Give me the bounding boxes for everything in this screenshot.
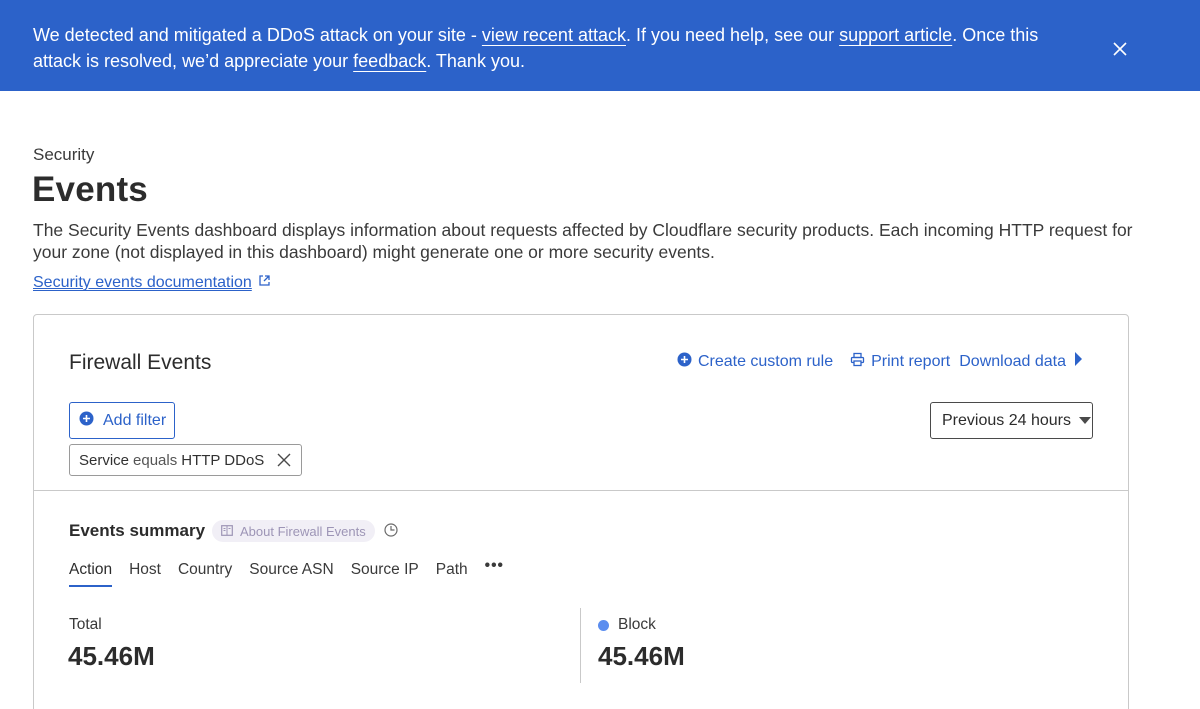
banner-text-2: . If you need help, see our <box>625 25 840 45</box>
banner-text-4: . Thank you. <box>426 51 525 71</box>
block-value: 45.46M <box>598 641 685 671</box>
about-firewall-events-link[interactable]: About Firewall Events <box>212 520 375 542</box>
create-custom-rule-button[interactable]: Create custom rule <box>677 352 833 372</box>
card-actions: Create custom rule Print report Download… <box>677 351 1084 372</box>
view-recent-attack-link[interactable]: view recent attack <box>482 25 626 45</box>
filter-operator: equals <box>133 451 178 469</box>
tab-host[interactable]: Host <box>129 561 161 587</box>
print-report-button[interactable]: Print report <box>850 352 950 372</box>
total-value: 45.46M <box>68 641 155 671</box>
block-label: Block <box>598 616 656 634</box>
add-filter-button[interactable]: Add filter <box>69 402 175 439</box>
caret-down-icon <box>1078 412 1091 430</box>
external-link-icon <box>258 274 271 292</box>
feedback-link[interactable]: feedback <box>353 51 426 71</box>
book-icon <box>221 524 233 539</box>
create-custom-rule-label: Create custom rule <box>697 352 834 370</box>
time-range-value: Previous 24 hours <box>942 411 1071 429</box>
tab-country[interactable]: Country <box>178 561 232 587</box>
section-eyebrow: Security <box>33 145 95 164</box>
tab-source-asn[interactable]: Source ASN <box>249 561 333 587</box>
security-events-docs-link[interactable]: Security events documentation <box>33 274 271 292</box>
history-icon[interactable] <box>384 523 398 542</box>
about-badge-label: About Firewall Events <box>240 523 366 539</box>
tab-source-ip[interactable]: Source IP <box>351 561 419 587</box>
support-article-link[interactable]: support article <box>839 25 952 45</box>
total-label: Total <box>69 616 102 633</box>
download-data-button[interactable]: Download data <box>959 351 1084 372</box>
printer-icon <box>850 352 865 372</box>
tab-action[interactable]: Action <box>69 561 113 587</box>
card-divider <box>34 490 1128 491</box>
ddos-alert-banner: We detected and mitigated a DDoS attack … <box>0 0 1200 91</box>
remove-filter-icon[interactable] <box>277 453 291 467</box>
metrics-divider <box>580 608 581 683</box>
firewall-events-card: Firewall Events Create custom rule Print… <box>33 314 1129 709</box>
caret-right-icon <box>1072 351 1084 372</box>
active-filter-chip: Service equals HTTP DDoS <box>69 444 302 476</box>
filter-field: Service <box>79 451 130 469</box>
more-tabs-button[interactable]: ••• <box>485 557 504 587</box>
docs-link-label: Security events documentation <box>33 274 252 291</box>
banner-text-1: We detected and mitigated a DDoS attack … <box>33 25 482 45</box>
page-description: The Security Events dashboard displays i… <box>33 220 1133 262</box>
block-legend-dot <box>598 619 609 631</box>
plus-circle-icon <box>79 411 94 431</box>
plus-circle-icon <box>677 352 692 372</box>
tab-path[interactable]: Path <box>436 561 468 587</box>
card-title: Firewall Events <box>69 351 212 374</box>
events-summary-title: Events summary <box>69 521 206 540</box>
block-label-text: Block <box>618 616 656 633</box>
page-title: Events <box>32 170 148 209</box>
add-filter-label: Add filter <box>103 411 167 429</box>
print-report-label: Print report <box>871 352 951 370</box>
summary-tabs: Action Host Country Source ASN Source IP… <box>69 557 521 587</box>
filter-value: HTTP DDoS <box>181 451 265 469</box>
time-range-select[interactable]: Previous 24 hours <box>930 402 1093 439</box>
download-data-label: Download data <box>959 352 1066 370</box>
close-icon[interactable] <box>1112 38 1128 56</box>
